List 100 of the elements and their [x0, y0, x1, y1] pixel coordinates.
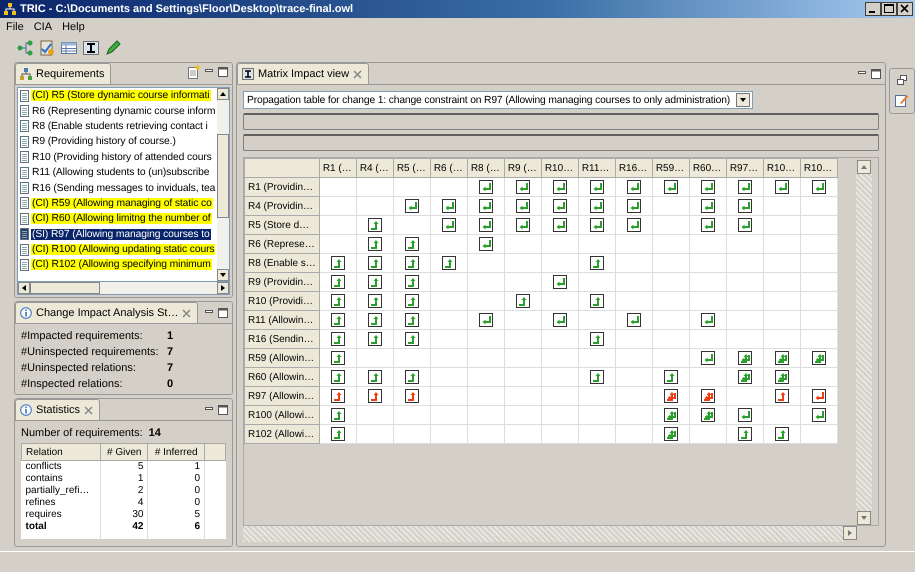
maximize-icon[interactable]: [881, 2, 897, 16]
hierarchy-icon[interactable]: [16, 40, 34, 56]
new-document-icon[interactable]: [188, 65, 200, 79]
row-header[interactable]: R9 (Providin…: [244, 272, 320, 292]
document-icon: [20, 244, 29, 256]
column-header[interactable]: R6 (…: [430, 158, 468, 178]
column-header[interactable]: R16…: [615, 158, 652, 178]
requirement-item[interactable]: R9 (Providing history of course.): [31, 136, 177, 148]
text-field[interactable]: [243, 134, 880, 151]
column-header[interactable]: R10…: [541, 158, 578, 178]
pencil-icon[interactable]: [104, 40, 122, 56]
column-header[interactable]: # Inferred: [148, 444, 204, 460]
table-cell: 4: [100, 497, 148, 509]
horizontal-scrollbar[interactable]: [17, 282, 230, 295]
row-header[interactable]: R16 (Sendin…: [244, 330, 320, 348]
checklist-icon[interactable]: [38, 40, 56, 56]
row-header[interactable]: R60 (Allowin…: [244, 368, 320, 386]
text-field[interactable]: [243, 113, 880, 130]
info-icon: [20, 404, 32, 416]
row-header[interactable]: R5 (Store d…: [244, 216, 320, 234]
stat-value: 1: [167, 330, 174, 342]
stat-label: #Inspected relations:: [21, 378, 124, 390]
horizontal-scrollbar[interactable]: [243, 526, 858, 542]
column-header[interactable]: R97…: [726, 158, 764, 178]
stat-label: #Impacted requirements:: [21, 330, 144, 342]
requirement-item[interactable]: (CI) R60 (Allowing limitng the number of: [31, 213, 212, 224]
document-icon: [20, 120, 29, 132]
document-icon: [20, 136, 29, 148]
requirement-item[interactable]: R6 (Representing dynamic course inform: [31, 106, 216, 117]
stat-value: 7: [167, 346, 174, 358]
table-cell: requires: [22, 509, 101, 521]
row-header[interactable]: R4 (Providin…: [244, 196, 320, 216]
menu-item[interactable]: File: [6, 21, 24, 33]
close-icon[interactable]: [897, 2, 913, 16]
row-header[interactable]: R11 (Allowin…: [244, 310, 320, 330]
vertical-scrollbar[interactable]: [217, 88, 229, 281]
row-header[interactable]: R102 (Allowi…: [244, 424, 320, 444]
document-icon: [20, 105, 29, 118]
matrix-tab[interactable]: Matrix Impact view: [237, 63, 370, 84]
edit-note-icon[interactable]: [895, 93, 910, 107]
column-header[interactable]: R10…: [763, 158, 800, 178]
menu-item[interactable]: Help: [62, 21, 85, 33]
table-cell: 30: [100, 509, 148, 521]
table-cell: conflicts: [22, 460, 101, 473]
scroll-thumb[interactable]: [217, 134, 229, 218]
scroll-right-icon[interactable]: [217, 282, 229, 294]
menu-item[interactable]: CIA: [34, 21, 52, 33]
stat-value: 7: [167, 362, 174, 374]
document-icon: [20, 166, 29, 179]
document-icon: [20, 182, 29, 194]
maximize-icon[interactable]: [218, 405, 228, 415]
scroll-left-icon[interactable]: [18, 282, 30, 294]
table-icon[interactable]: [60, 40, 78, 56]
row-header[interactable]: R97 (Allowin…: [244, 386, 320, 406]
column-header[interactable]: R4 (…: [356, 158, 394, 178]
column-header[interactable]: # Given: [100, 444, 148, 460]
requirement-item[interactable]: R11 (Allowing students to (un)subscribe: [31, 167, 210, 178]
maximize-icon[interactable]: [871, 69, 882, 79]
requirement-item[interactable]: R8 (Enable students retrieving contact i: [31, 120, 209, 132]
column-header[interactable]: R5 (…: [393, 158, 430, 178]
requirements-tab[interactable]: Requirements: [15, 63, 112, 84]
column-header[interactable]: Relation: [22, 444, 101, 460]
document-icon: [20, 151, 29, 164]
requirement-item[interactable]: (CI) R100 (Allowing updating static cours: [31, 244, 216, 256]
table-cell: 5: [100, 460, 148, 473]
column-header[interactable]: R60…: [689, 158, 726, 178]
row-header[interactable]: R100 (Allowi…: [244, 406, 320, 424]
maximize-icon[interactable]: [218, 308, 228, 318]
info-icon: [20, 307, 32, 319]
table-cell: 1: [100, 473, 148, 485]
requirement-item[interactable]: (SI) R97 (Allowing managing courses to: [31, 228, 211, 240]
column-header[interactable]: R11…: [578, 158, 616, 178]
requirement-item[interactable]: (CI) R59 (Allowing managing of static co: [31, 198, 213, 209]
row-header[interactable]: R10 (Providi…: [244, 292, 320, 310]
text-cursor-icon[interactable]: [82, 40, 100, 56]
row-header[interactable]: R6 (Represe…: [244, 234, 320, 254]
restore-icon[interactable]: [897, 75, 908, 85]
scroll-down-icon[interactable]: [217, 269, 229, 281]
scroll-thumb[interactable]: [30, 282, 100, 294]
requirement-item[interactable]: R16 (Sending messages to inviduals, tea: [31, 182, 216, 194]
change-dropdown[interactable]: Propagation table for change 1: change constraint on R97 (Allowing managing courses to only administration): [243, 91, 753, 109]
window-title: TRIC - C:\Documents and Settings\Floor\Desktop\trace-final.owl: [20, 3, 354, 15]
requirement-item[interactable]: (CI) R5 (Store dynamic course informati: [31, 90, 210, 102]
minimize-icon[interactable]: [865, 2, 881, 16]
statistics-tab[interactable]: Statistics: [15, 399, 100, 420]
analysis-tab[interactable]: Change Impact Analysis St…: [15, 302, 198, 323]
requirement-item[interactable]: (CI) R102 (Allowing specifying minimum: [31, 259, 212, 270]
table-cell: refines: [22, 497, 101, 509]
column-header[interactable]: R59…: [652, 158, 690, 178]
hierarchy-icon: [20, 68, 32, 80]
column-header[interactable]: R8 (…: [467, 158, 504, 178]
column-header[interactable]: R10…: [800, 158, 838, 178]
row-header[interactable]: R1 (Providin…: [244, 178, 320, 196]
column-header[interactable]: R1 (…: [319, 158, 356, 178]
maximize-icon[interactable]: [218, 67, 228, 77]
requirement-item[interactable]: R10 (Providing history of attended cours: [31, 152, 213, 163]
scroll-up-icon[interactable]: [217, 88, 229, 100]
column-header[interactable]: R9 (…: [504, 158, 542, 178]
row-header[interactable]: R59 (Allowin…: [244, 348, 320, 368]
row-header[interactable]: R8 (Enable s…: [244, 254, 320, 272]
